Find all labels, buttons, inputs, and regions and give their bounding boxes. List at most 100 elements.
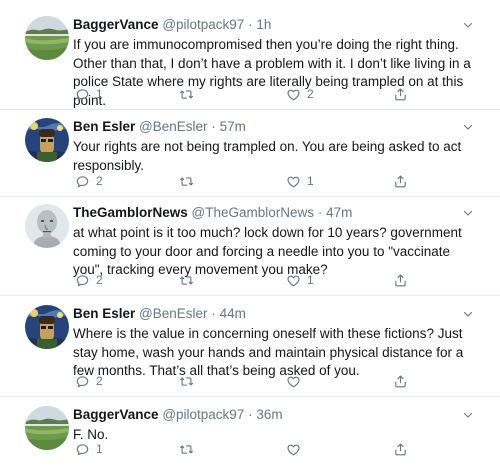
avatar[interactable] [25,16,69,60]
replie-count: 2 [96,273,103,287]
retweet-button[interactable] [179,173,200,189]
timestamp[interactable]: 36m [256,407,282,422]
timestamp[interactable]: 57m [220,119,246,134]
share-icon [393,442,408,457]
display-name[interactable]: Ben Esler [73,119,135,134]
share-button[interactable] [393,373,408,389]
tweet-header: Ben Esler @BenEsler · 57m [73,118,483,136]
reply-icon [75,442,90,457]
like-count: 1 [307,174,314,188]
starry-night-avatar [25,305,69,349]
tweet-body: Ben Esler @BenEsler · 57m Your rights are… [73,118,483,175]
like-button[interactable] [286,373,307,389]
user-handle[interactable]: @BenEsler [139,119,207,134]
reply-icon [75,87,90,102]
reply-button[interactable]: 2 [75,173,103,189]
reply-button[interactable]: 1 [75,86,103,102]
tweet-header: TheGamblorNews @TheGamblorNews · 47m [73,204,483,222]
reply-icon [75,374,90,389]
golf-course-avatar [25,406,69,450]
retweet-button[interactable] [179,86,200,102]
like-button[interactable]: 1 [286,272,314,288]
heart-icon [286,174,301,189]
display-name[interactable]: Ben Esler [73,306,135,321]
like-button[interactable] [286,441,307,457]
timestamp[interactable]: 44m [220,306,246,321]
reply-icon [75,174,90,189]
like-count: 2 [307,87,314,101]
tweet-header: BaggerVance @pilotpack97 · 1h [73,16,483,34]
more-options-button[interactable] [462,206,474,218]
share-button[interactable] [393,86,408,102]
tweet-header: Ben Esler @BenEsler · 44m [73,305,483,323]
separator-dot: · [248,17,253,32]
share-button[interactable] [393,173,408,189]
replie-count: 1 [96,87,103,101]
heart-icon [286,87,301,102]
npc-face-avatar [25,204,69,248]
tweet-divider [0,196,500,197]
more-options-button[interactable] [462,307,474,319]
retweet-icon [179,374,194,389]
tweet-actions: 21 [75,173,415,189]
chevron-down-icon [462,308,474,320]
retweet-button[interactable] [179,272,200,288]
more-options-button[interactable] [462,18,474,30]
like-button[interactable]: 2 [286,86,314,102]
tweet-body: Ben Esler @BenEsler · 44m Where is the va… [73,305,483,381]
replie-count: 2 [96,374,103,388]
replie-count: 2 [96,174,103,188]
timestamp[interactable]: 1h [256,17,271,32]
tweet-actions: 12 [75,86,415,102]
reply-button[interactable]: 1 [75,441,103,457]
display-name[interactable]: BaggerVance [73,407,159,422]
retweet-button[interactable] [179,373,200,389]
share-button[interactable] [393,272,408,288]
reply-icon [75,273,90,288]
like-button[interactable]: 1 [286,173,314,189]
reply-button[interactable]: 2 [75,272,103,288]
tweet-actions: 21 [75,272,415,288]
user-handle[interactable]: @pilotpack97 [162,17,244,32]
display-name[interactable]: BaggerVance [73,17,159,32]
tweet-actions: 2 [75,373,415,389]
user-handle[interactable]: @TheGamblorNews [192,205,315,220]
tweet-header: BaggerVance @pilotpack97 · 36m [73,406,483,424]
chevron-down-icon [462,409,474,421]
share-icon [393,374,408,389]
tweet-thread: BaggerVance @pilotpack97 · 1h If you are … [0,0,500,466]
avatar[interactable] [25,204,69,248]
separator-dot: · [317,205,323,220]
starry-night-avatar [25,118,69,162]
heart-icon [286,374,301,389]
avatar[interactable] [25,305,69,349]
tweet-body: TheGamblorNews @TheGamblorNews · 47m at w… [73,204,483,280]
avatar[interactable] [25,406,69,450]
more-options-button[interactable] [462,120,474,132]
reply-button[interactable]: 2 [75,373,103,389]
retweet-icon [179,273,194,288]
separator-dot: · [211,119,216,134]
share-button[interactable] [393,441,408,457]
heart-icon [286,273,301,288]
retweet-icon [179,442,194,457]
separator-dot: · [248,407,253,422]
retweet-icon [179,174,194,189]
tweet-actions: 1 [75,441,415,457]
tweet-divider [0,109,500,110]
golf-course-avatar [25,16,69,60]
tweet-body: BaggerVance @pilotpack97 · 36m F. No. [73,406,483,445]
user-handle[interactable]: @pilotpack97 [162,407,244,422]
timestamp[interactable]: 47m [326,205,352,220]
share-icon [393,174,408,189]
tweet-divider [0,396,500,397]
chevron-down-icon [462,207,474,219]
heart-icon [286,442,301,457]
display-name[interactable]: TheGamblorNews [73,205,188,220]
retweet-icon [179,87,194,102]
avatar[interactable] [25,118,69,162]
user-handle[interactable]: @BenEsler [139,306,207,321]
retweet-button[interactable] [179,441,200,457]
like-count: 1 [307,273,314,287]
more-options-button[interactable] [462,408,474,420]
